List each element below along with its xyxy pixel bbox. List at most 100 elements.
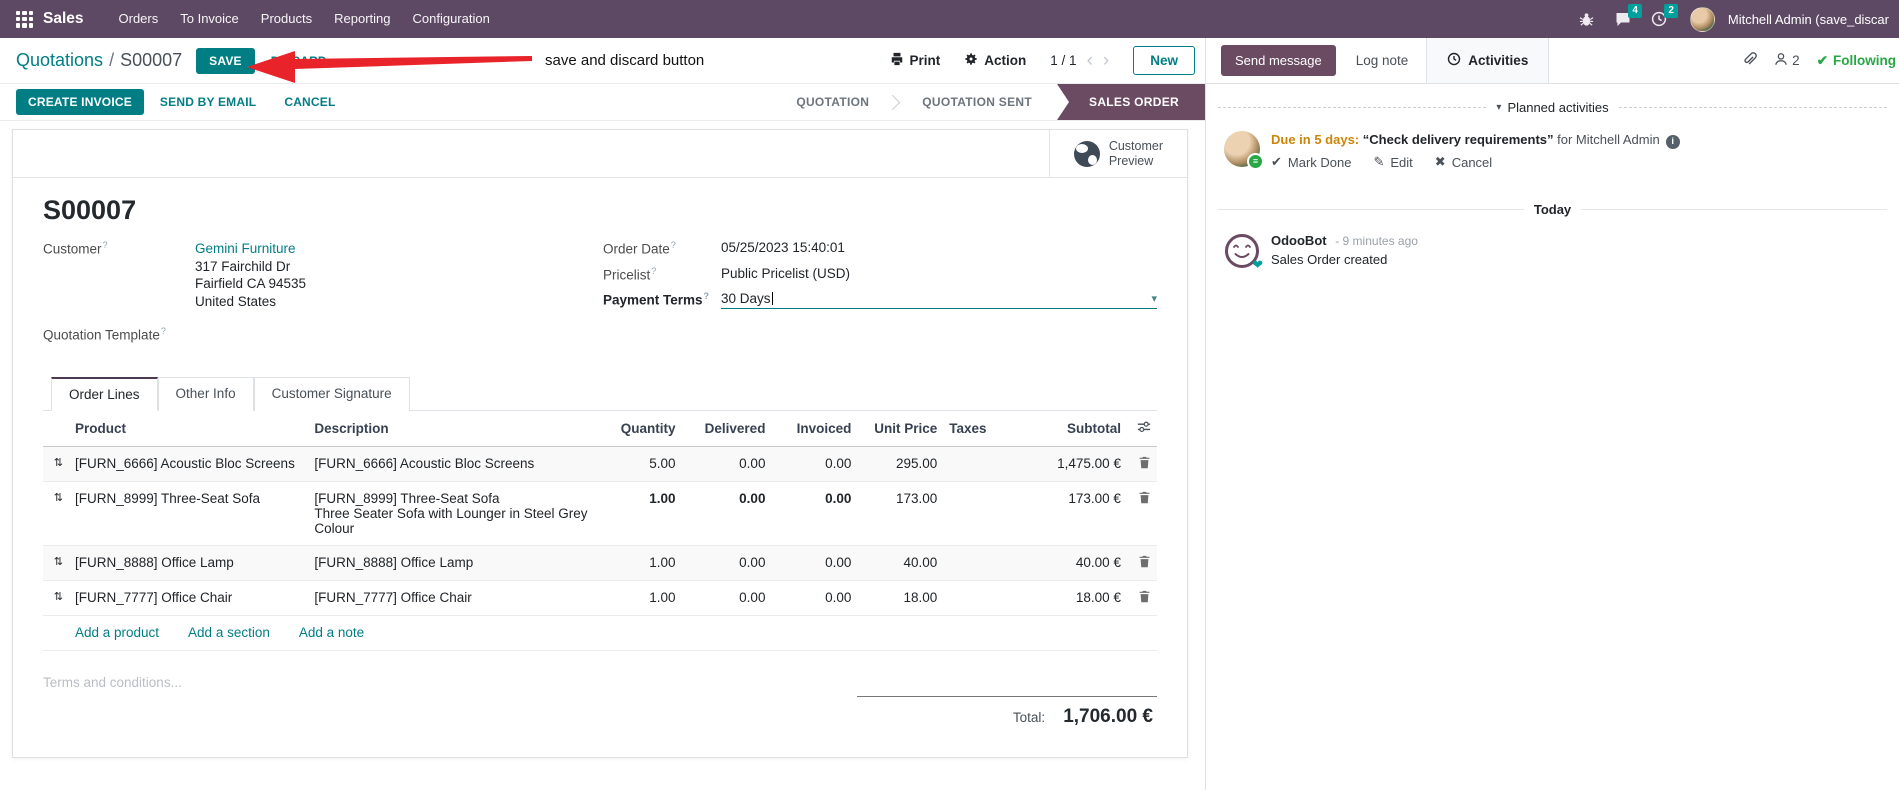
cancel-activity-button[interactable]: ✖ Cancel	[1435, 154, 1492, 170]
nav-item-orders[interactable]: Orders	[108, 0, 170, 38]
status-quotation[interactable]: QUOTATION	[774, 84, 891, 120]
col-quantity[interactable]: Quantity	[595, 410, 682, 447]
following-button[interactable]: ✔ Following	[1817, 53, 1896, 69]
tab-order-lines[interactable]: Order Lines	[51, 376, 158, 411]
drag-handle-icon[interactable]: ⇅	[43, 481, 69, 546]
col-subtotal[interactable]: Subtotal	[1031, 410, 1127, 447]
order-date-value[interactable]: 05/25/2023 15:40:01	[721, 240, 845, 257]
nav-item-products[interactable]: Products	[250, 0, 323, 38]
page-title: S00007	[43, 195, 137, 225]
pager: 1 / 1 ‹ ›	[1050, 51, 1109, 70]
tab-customer-signature[interactable]: Customer Signature	[253, 376, 410, 411]
customer-value: Gemini Furniture 317 Fairchild Dr Fairfi…	[195, 240, 306, 310]
drag-handle-icon[interactable]: ⇅	[43, 580, 69, 616]
add-a-product-link[interactable]: Add a product	[75, 625, 159, 640]
delete-row-icon[interactable]	[1138, 555, 1151, 571]
table-header-row: Product Description Quantity Delivered I…	[43, 410, 1157, 447]
activity-avatar: ≡	[1224, 131, 1264, 170]
order-lines-table: Product Description Quantity Delivered I…	[43, 410, 1157, 651]
tab-other-info[interactable]: Other Info	[157, 376, 254, 411]
customer-preview-button[interactable]: Customer Preview	[1048, 130, 1187, 177]
col-invoiced[interactable]: Invoiced	[771, 410, 858, 447]
cancel-button[interactable]: CANCEL	[272, 89, 347, 115]
nav-item-configuration[interactable]: Configuration	[401, 0, 500, 38]
table-row[interactable]: ⇅ [FURN_8999] Three-Seat Sofa [FURN_8999…	[43, 481, 1157, 546]
chatter-panel: Send message Log note Activities 2 ✔ Fol…	[1205, 38, 1899, 790]
check-icon: ✔	[1816, 52, 1828, 68]
breadcrumb-separator: /	[109, 50, 115, 70]
activity-type-badge-icon: ≡	[1247, 153, 1264, 170]
user-name[interactable]: Mitchell Admin (save_discar	[1728, 12, 1889, 27]
user-avatar[interactable]	[1689, 6, 1715, 32]
activities-badge: 2	[1664, 4, 1678, 18]
control-right: Print Action 1 / 1 ‹ › New	[890, 46, 1197, 75]
breadcrumb-current: S00007	[120, 50, 183, 70]
followers-button[interactable]: 2	[1774, 52, 1800, 69]
col-delivered[interactable]: Delivered	[681, 410, 772, 447]
totals: Total: 1,706.00 €	[857, 695, 1157, 728]
col-description[interactable]: Description	[308, 410, 596, 447]
col-taxes[interactable]: Taxes	[943, 410, 1032, 447]
notebook-tabs: Order Lines Other Info Customer Signatur…	[43, 376, 1157, 411]
apps-menu-icon[interactable]	[16, 10, 33, 28]
chevron-down-icon[interactable]: ▾	[1151, 292, 1157, 305]
paperclip-icon[interactable]	[1742, 51, 1758, 70]
action-buttons: CREATE INVOICE SEND BY EMAIL CANCEL	[0, 84, 348, 120]
quotation-template-field[interactable]: Quotation Template?	[43, 326, 603, 343]
nav-item-to-invoice[interactable]: To Invoice	[169, 0, 250, 38]
add-a-note-link[interactable]: Add a note	[299, 625, 364, 640]
table-row[interactable]: ⇅ [FURN_6666] Acoustic Bloc Screens [FUR…	[43, 446, 1157, 482]
followers-count: 2	[1792, 53, 1800, 68]
col-unit-price[interactable]: Unit Price	[857, 410, 944, 447]
send-by-email-button[interactable]: SEND BY EMAIL	[148, 89, 268, 115]
add-a-section-link[interactable]: Add a section	[188, 625, 270, 640]
planned-activities-separator: ▾ Planned activities	[1218, 100, 1888, 115]
payment-terms-input[interactable]: 30 Days ▾	[721, 291, 1157, 309]
col-product[interactable]: Product	[68, 410, 309, 447]
debug-bug-icon[interactable]	[1572, 0, 1602, 38]
messages-icon[interactable]: 4	[1608, 0, 1642, 38]
create-invoice-button[interactable]: CREATE INVOICE	[16, 89, 144, 115]
drag-handle-icon[interactable]: ⇅	[43, 545, 69, 581]
log-note-button[interactable]: Log note	[1356, 53, 1409, 68]
customer-name-link[interactable]: Gemini Furniture	[195, 240, 306, 258]
status-quotation-sent[interactable]: QUOTATION SENT	[900, 84, 1054, 120]
help-icon: ?	[160, 326, 166, 336]
app-name[interactable]: Sales	[43, 10, 84, 28]
page-body: Quotations / S00007 SAVE DISCARD save an…	[0, 38, 1899, 790]
breadcrumb-quotations-link[interactable]: Quotations	[16, 50, 103, 71]
terms-and-conditions-input[interactable]: Terms and conditions...	[43, 675, 1157, 690]
activities-button[interactable]: Activities	[1426, 38, 1550, 83]
optional-columns-icon[interactable]	[1137, 421, 1151, 437]
status-sales-order[interactable]: SALES ORDER	[1057, 84, 1205, 120]
odoobot-avatar: ❤	[1224, 233, 1263, 272]
info-icon[interactable]: i	[1665, 135, 1680, 149]
delete-row-icon[interactable]	[1138, 590, 1151, 606]
table-row[interactable]: ⇅ [FURN_8888] Office Lamp [FURN_8888] Of…	[43, 545, 1157, 581]
total-label: Total:	[1012, 709, 1046, 725]
field-group-right: Order Date? 05/25/2023 15:40:01 Pricelis…	[603, 240, 1157, 352]
pager-prev-icon[interactable]: ‹	[1087, 51, 1093, 70]
planned-activities-toggle[interactable]: ▾ Planned activities	[1496, 100, 1608, 115]
drag-handle-icon[interactable]: ⇅	[43, 446, 69, 482]
discard-button[interactable]: DISCARD	[271, 54, 327, 68]
send-message-button[interactable]: Send message	[1221, 45, 1336, 76]
print-button[interactable]: Print	[890, 52, 940, 69]
delete-row-icon[interactable]	[1138, 456, 1151, 472]
statusbar: QUOTATION QUOTATION SENT SALES ORDER	[774, 84, 1205, 120]
pager-next-icon[interactable]: ›	[1103, 51, 1109, 70]
text-cursor	[771, 292, 773, 305]
pricelist-value[interactable]: Public Pricelist (USD)	[721, 266, 850, 283]
message-author[interactable]: OdooBot	[1271, 233, 1327, 248]
action-button[interactable]: Action	[964, 52, 1026, 69]
edit-activity-button[interactable]: ✎ Edit	[1373, 154, 1412, 170]
new-button[interactable]: New	[1133, 46, 1195, 75]
save-button[interactable]: SAVE	[196, 47, 255, 74]
payment-terms-label: Payment Terms?	[603, 291, 710, 308]
nav-item-reporting[interactable]: Reporting	[323, 0, 401, 38]
delete-row-icon[interactable]	[1138, 491, 1151, 507]
customer-preview-label: Customer Preview	[1108, 138, 1163, 168]
activities-clock-icon[interactable]: 2	[1644, 0, 1678, 38]
mark-done-button[interactable]: ✔ Mark Done	[1271, 154, 1351, 170]
table-row[interactable]: ⇅ [FURN_7777] Office Chair [FURN_7777] O…	[43, 580, 1157, 616]
